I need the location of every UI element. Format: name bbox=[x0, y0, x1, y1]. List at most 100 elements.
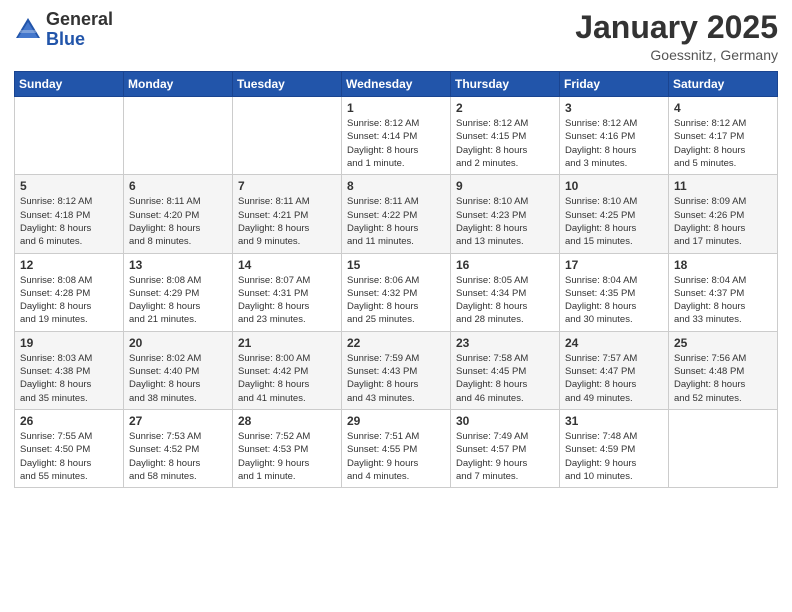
day-info: Sunrise: 7:58 AM Sunset: 4:45 PM Dayligh… bbox=[456, 352, 554, 405]
day-number: 15 bbox=[347, 258, 445, 272]
day-number: 27 bbox=[129, 414, 227, 428]
day-number: 30 bbox=[456, 414, 554, 428]
day-info: Sunrise: 8:04 AM Sunset: 4:35 PM Dayligh… bbox=[565, 274, 663, 327]
day-number: 22 bbox=[347, 336, 445, 350]
day-info: Sunrise: 8:12 AM Sunset: 4:14 PM Dayligh… bbox=[347, 117, 445, 170]
day-number: 17 bbox=[565, 258, 663, 272]
calendar-week-5: 26 Sunrise: 7:55 AM Sunset: 4:50 PM Dayli… bbox=[15, 409, 778, 487]
month-title: January 2025 bbox=[575, 10, 778, 45]
day-info: Sunrise: 8:00 AM Sunset: 4:42 PM Dayligh… bbox=[238, 352, 336, 405]
day-number: 21 bbox=[238, 336, 336, 350]
calendar-header-row: SundayMondayTuesdayWednesdayThursdayFrid… bbox=[15, 72, 778, 97]
calendar-cell: 4 Sunrise: 8:12 AM Sunset: 4:17 PM Daylig… bbox=[669, 97, 778, 175]
day-info: Sunrise: 8:04 AM Sunset: 4:37 PM Dayligh… bbox=[674, 274, 772, 327]
calendar-cell: 30 Sunrise: 7:49 AM Sunset: 4:57 PM Dayli… bbox=[451, 409, 560, 487]
day-number: 4 bbox=[674, 101, 772, 115]
calendar-cell: 14 Sunrise: 8:07 AM Sunset: 4:31 PM Dayli… bbox=[233, 253, 342, 331]
day-number: 1 bbox=[347, 101, 445, 115]
calendar-cell: 12 Sunrise: 8:08 AM Sunset: 4:28 PM Dayli… bbox=[15, 253, 124, 331]
calendar-header-tuesday: Tuesday bbox=[233, 72, 342, 97]
day-number: 14 bbox=[238, 258, 336, 272]
calendar-cell: 20Sunrise: 8:02 AM Sunset: 4:40 PM Dayli… bbox=[124, 331, 233, 409]
day-number: 25 bbox=[674, 336, 772, 350]
day-number: 8 bbox=[347, 179, 445, 193]
day-info: Sunrise: 8:12 AM Sunset: 4:18 PM Dayligh… bbox=[20, 195, 118, 248]
calendar-header-friday: Friday bbox=[560, 72, 669, 97]
calendar-cell: 22Sunrise: 7:59 AM Sunset: 4:43 PM Dayli… bbox=[342, 331, 451, 409]
day-info: Sunrise: 8:08 AM Sunset: 4:29 PM Dayligh… bbox=[129, 274, 227, 327]
calendar-header-thursday: Thursday bbox=[451, 72, 560, 97]
calendar-cell: 2 Sunrise: 8:12 AM Sunset: 4:15 PM Daylig… bbox=[451, 97, 560, 175]
calendar: SundayMondayTuesdayWednesdayThursdayFrid… bbox=[14, 71, 778, 488]
location: Goessnitz, Germany bbox=[575, 47, 778, 63]
calendar-cell: 10 Sunrise: 8:10 AM Sunset: 4:25 PM Dayli… bbox=[560, 175, 669, 253]
day-number: 28 bbox=[238, 414, 336, 428]
day-info: Sunrise: 8:09 AM Sunset: 4:26 PM Dayligh… bbox=[674, 195, 772, 248]
day-info: Sunrise: 8:10 AM Sunset: 4:25 PM Dayligh… bbox=[565, 195, 663, 248]
day-number: 7 bbox=[238, 179, 336, 193]
logo-blue-text: Blue bbox=[46, 30, 113, 50]
calendar-cell: 5 Sunrise: 8:12 AM Sunset: 4:18 PM Daylig… bbox=[15, 175, 124, 253]
day-info: Sunrise: 7:49 AM Sunset: 4:57 PM Dayligh… bbox=[456, 430, 554, 483]
calendar-cell bbox=[124, 97, 233, 175]
logo-general-text: General bbox=[46, 10, 113, 30]
calendar-cell: 26 Sunrise: 7:55 AM Sunset: 4:50 PM Dayli… bbox=[15, 409, 124, 487]
day-info: Sunrise: 8:10 AM Sunset: 4:23 PM Dayligh… bbox=[456, 195, 554, 248]
page: General Blue January 2025 Goessnitz, Ger… bbox=[0, 0, 792, 612]
calendar-cell: 17 Sunrise: 8:04 AM Sunset: 4:35 PM Dayli… bbox=[560, 253, 669, 331]
day-number: 2 bbox=[456, 101, 554, 115]
calendar-cell: 24 Sunrise: 7:57 AM Sunset: 4:47 PM Dayli… bbox=[560, 331, 669, 409]
day-info: Sunrise: 8:06 AM Sunset: 4:32 PM Dayligh… bbox=[347, 274, 445, 327]
calendar-header-saturday: Saturday bbox=[669, 72, 778, 97]
calendar-cell bbox=[669, 409, 778, 487]
day-info: Sunrise: 8:12 AM Sunset: 4:16 PM Dayligh… bbox=[565, 117, 663, 170]
calendar-cell: 8Sunrise: 8:11 AM Sunset: 4:22 PM Daylig… bbox=[342, 175, 451, 253]
day-info: Sunrise: 7:55 AM Sunset: 4:50 PM Dayligh… bbox=[20, 430, 118, 483]
day-number: 18 bbox=[674, 258, 772, 272]
header: General Blue January 2025 Goessnitz, Ger… bbox=[14, 10, 778, 63]
day-info: Sunrise: 8:07 AM Sunset: 4:31 PM Dayligh… bbox=[238, 274, 336, 327]
day-info: Sunrise: 8:02 AM Sunset: 4:40 PM Dayligh… bbox=[129, 352, 227, 405]
day-number: 10 bbox=[565, 179, 663, 193]
day-info: Sunrise: 7:51 AM Sunset: 4:55 PM Dayligh… bbox=[347, 430, 445, 483]
calendar-cell: 7Sunrise: 8:11 AM Sunset: 4:21 PM Daylig… bbox=[233, 175, 342, 253]
day-number: 23 bbox=[456, 336, 554, 350]
day-number: 26 bbox=[20, 414, 118, 428]
calendar-week-4: 19Sunrise: 8:03 AM Sunset: 4:38 PM Dayli… bbox=[15, 331, 778, 409]
day-info: Sunrise: 8:11 AM Sunset: 4:20 PM Dayligh… bbox=[129, 195, 227, 248]
calendar-header-sunday: Sunday bbox=[15, 72, 124, 97]
day-number: 11 bbox=[674, 179, 772, 193]
calendar-cell: 11 Sunrise: 8:09 AM Sunset: 4:26 PM Dayli… bbox=[669, 175, 778, 253]
day-info: Sunrise: 8:12 AM Sunset: 4:17 PM Dayligh… bbox=[674, 117, 772, 170]
day-number: 19 bbox=[20, 336, 118, 350]
calendar-header-monday: Monday bbox=[124, 72, 233, 97]
calendar-cell bbox=[15, 97, 124, 175]
calendar-cell: 16Sunrise: 8:05 AM Sunset: 4:34 PM Dayli… bbox=[451, 253, 560, 331]
calendar-cell: 9 Sunrise: 8:10 AM Sunset: 4:23 PM Daylig… bbox=[451, 175, 560, 253]
calendar-week-3: 12 Sunrise: 8:08 AM Sunset: 4:28 PM Dayli… bbox=[15, 253, 778, 331]
day-number: 12 bbox=[20, 258, 118, 272]
calendar-cell: 6Sunrise: 8:11 AM Sunset: 4:20 PM Daylig… bbox=[124, 175, 233, 253]
day-info: Sunrise: 7:48 AM Sunset: 4:59 PM Dayligh… bbox=[565, 430, 663, 483]
day-number: 5 bbox=[20, 179, 118, 193]
logo-text: General Blue bbox=[46, 10, 113, 50]
day-number: 24 bbox=[565, 336, 663, 350]
calendar-cell: 28Sunrise: 7:52 AM Sunset: 4:53 PM Dayli… bbox=[233, 409, 342, 487]
day-info: Sunrise: 8:12 AM Sunset: 4:15 PM Dayligh… bbox=[456, 117, 554, 170]
day-info: Sunrise: 7:57 AM Sunset: 4:47 PM Dayligh… bbox=[565, 352, 663, 405]
calendar-week-2: 5 Sunrise: 8:12 AM Sunset: 4:18 PM Daylig… bbox=[15, 175, 778, 253]
calendar-cell bbox=[233, 97, 342, 175]
logo: General Blue bbox=[14, 10, 113, 50]
calendar-cell: 21 Sunrise: 8:00 AM Sunset: 4:42 PM Dayli… bbox=[233, 331, 342, 409]
calendar-cell: 27 Sunrise: 7:53 AM Sunset: 4:52 PM Dayli… bbox=[124, 409, 233, 487]
day-info: Sunrise: 7:53 AM Sunset: 4:52 PM Dayligh… bbox=[129, 430, 227, 483]
day-number: 9 bbox=[456, 179, 554, 193]
day-info: Sunrise: 8:08 AM Sunset: 4:28 PM Dayligh… bbox=[20, 274, 118, 327]
calendar-week-1: 1 Sunrise: 8:12 AM Sunset: 4:14 PM Daylig… bbox=[15, 97, 778, 175]
title-area: January 2025 Goessnitz, Germany bbox=[575, 10, 778, 63]
calendar-cell: 15 Sunrise: 8:06 AM Sunset: 4:32 PM Dayli… bbox=[342, 253, 451, 331]
day-info: Sunrise: 8:05 AM Sunset: 4:34 PM Dayligh… bbox=[456, 274, 554, 327]
day-info: Sunrise: 7:56 AM Sunset: 4:48 PM Dayligh… bbox=[674, 352, 772, 405]
calendar-cell: 18 Sunrise: 8:04 AM Sunset: 4:37 PM Dayli… bbox=[669, 253, 778, 331]
calendar-cell: 1 Sunrise: 8:12 AM Sunset: 4:14 PM Daylig… bbox=[342, 97, 451, 175]
